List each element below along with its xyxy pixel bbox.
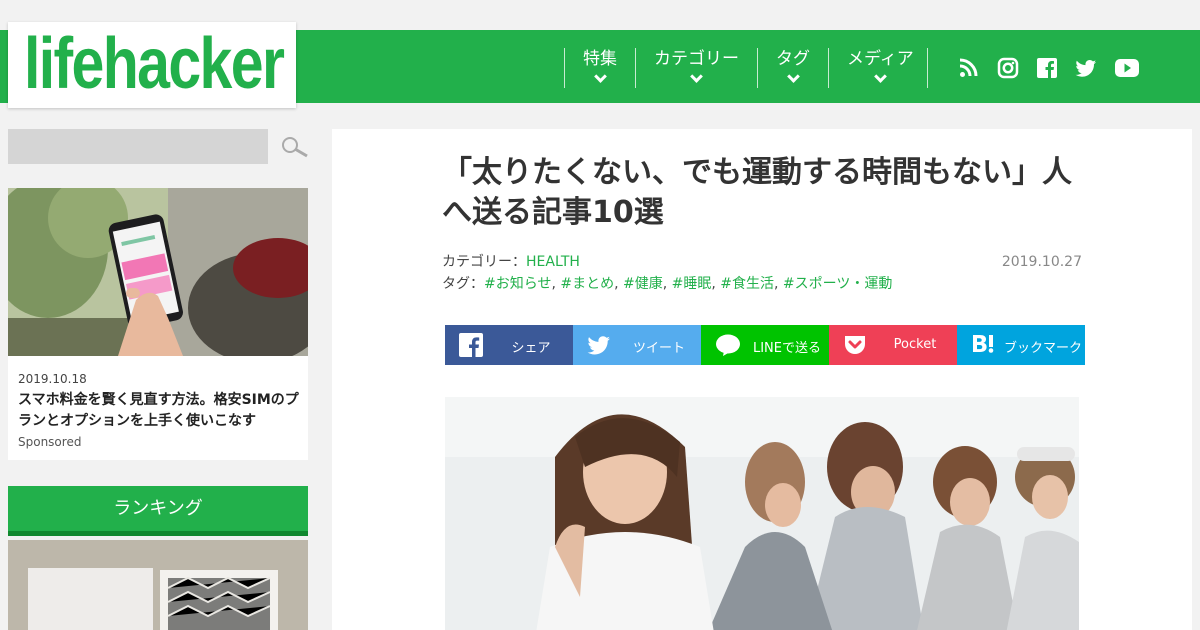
search-icon[interactable] — [281, 136, 309, 158]
article-title: 「太りたくない、でも運動する時間もない」人へ送る記事10選 — [442, 155, 1072, 230]
nav-label: カテゴリー — [654, 49, 739, 69]
instagram-icon[interactable] — [997, 57, 1019, 79]
search-input[interactable] — [8, 129, 268, 164]
tag-link[interactable]: #健康 — [623, 276, 663, 292]
chevron-down-icon — [593, 70, 607, 83]
tags-row: タグ：#お知らせ, #まとめ, #健康, #睡眠, #食生活, #スポーツ・運動 — [442, 276, 893, 292]
hatena-bookmark-share-button[interactable]: ブックマーク — [957, 325, 1085, 365]
sponsored-title[interactable]: スマホ料金を賢く見直す方法。格安SIMのプランとオプションを上手く使いこなす — [18, 390, 303, 432]
nav-divider — [927, 48, 928, 88]
chevron-down-icon — [786, 70, 800, 83]
tag-link[interactable]: #スポーツ・運動 — [783, 276, 892, 292]
nav-label: タグ — [776, 49, 810, 69]
pocket-share-button[interactable]: Pocket — [829, 325, 957, 365]
twitter-icon — [587, 336, 610, 355]
tag-link[interactable]: #お知らせ — [484, 276, 551, 292]
share-bar: シェア ツイート LINEで送る Pocket ブックマーク — [445, 325, 1085, 365]
facebook-icon — [459, 333, 483, 357]
rss-icon[interactable] — [959, 57, 979, 79]
sponsored-card[interactable]: 2019.10.18 スマホ料金を賢く見直す方法。格安SIMのプランとオプション… — [8, 188, 308, 460]
article-meta: カテゴリー：HEALTH タグ：#お知らせ, #まとめ, #健康, #睡眠, #… — [442, 251, 892, 295]
nav-item-tag[interactable]: タグ — [757, 48, 828, 88]
logo-text: lifehacker — [24, 24, 285, 104]
nav-item-category[interactable]: カテゴリー — [635, 48, 757, 88]
logo[interactable]: lifehacker — [8, 22, 296, 108]
tag-link[interactable]: #睡眠 — [672, 276, 712, 292]
sponsored-label: Sponsored — [18, 435, 82, 449]
hatena-bookmark-icon — [973, 335, 994, 353]
nav-item-media[interactable]: メディア — [828, 48, 932, 88]
facebook-share-button[interactable]: シェア — [445, 325, 573, 365]
sponsored-date: 2019.10.18 — [18, 372, 87, 386]
nav-label: メディア — [847, 49, 914, 69]
share-label: Pocket — [893, 337, 937, 352]
article-date: 2019.10.27 — [1001, 254, 1082, 270]
twitter-share-button[interactable]: ツイート — [573, 325, 701, 365]
tag-link[interactable]: #まとめ — [560, 276, 614, 292]
share-label: ブックマーク — [1003, 341, 1082, 356]
tag-link[interactable]: #食生活 — [720, 276, 774, 292]
facebook-icon[interactable] — [1037, 57, 1057, 79]
youtube-icon[interactable] — [1114, 57, 1140, 79]
ranking-heading: ランキング — [8, 486, 308, 536]
chevron-down-icon — [874, 70, 887, 83]
share-label: ツイート — [632, 341, 685, 356]
category-link[interactable]: HEALTH — [526, 254, 580, 270]
category-label: カテゴリー： — [442, 254, 526, 270]
line-icon — [716, 334, 740, 356]
article-card: 「太りたくない、でも運動する時間もない」人へ送る記事10選 カテゴリー：HEAL… — [332, 129, 1192, 630]
twitter-icon[interactable] — [1075, 57, 1097, 79]
tags-label: タグ： — [442, 276, 484, 292]
share-label: シェア — [511, 341, 551, 356]
share-label: LINEで送る — [752, 341, 821, 356]
line-share-button[interactable]: LINEで送る — [701, 325, 829, 365]
ranking-thumbnail[interactable] — [8, 540, 308, 630]
main-nav: 特集 カテゴリー タグ メディア — [564, 48, 932, 88]
chevron-down-icon — [690, 70, 703, 83]
pocket-icon — [845, 336, 865, 354]
sponsored-image — [8, 188, 308, 356]
nav-item-features[interactable]: 特集 — [564, 48, 635, 88]
category-row: カテゴリー：HEALTH — [442, 251, 892, 273]
nav-label: 特集 — [583, 49, 617, 69]
article-hero-image — [445, 397, 1079, 630]
